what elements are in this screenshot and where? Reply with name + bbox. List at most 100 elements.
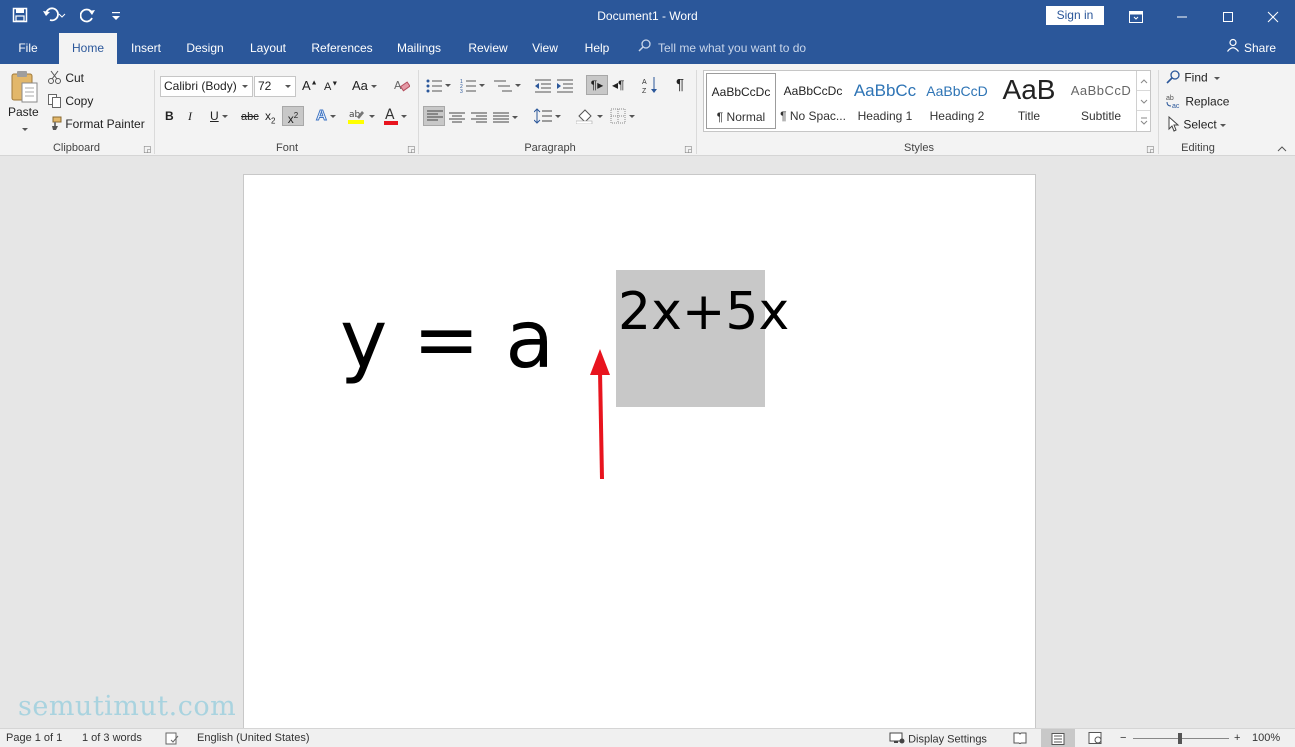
find-button[interactable]: Find [1166, 70, 1220, 87]
copy-button[interactable]: Copy [47, 93, 93, 111]
zoom-in-icon[interactable]: + [1234, 732, 1240, 744]
cut-button[interactable]: Cut [47, 70, 84, 88]
format-painter-button[interactable]: Format Painter [47, 116, 145, 134]
superscript-icon[interactable]: x2 [282, 106, 304, 126]
multilevel-list-icon[interactable] [494, 78, 521, 93]
svg-text:ab: ab [1166, 95, 1174, 102]
more-styles-icon[interactable] [1137, 111, 1150, 131]
tab-view[interactable]: View [526, 33, 564, 64]
style-title[interactable]: AaB Title [994, 73, 1064, 129]
divider [1158, 70, 1159, 154]
underline-icon[interactable]: U [210, 109, 228, 123]
copy-icon [47, 93, 62, 111]
zoom-out-icon[interactable]: − [1120, 732, 1126, 744]
font-size-select[interactable]: 72 [254, 76, 296, 97]
numbering-icon[interactable]: 123 [460, 78, 485, 93]
show-formatting-marks-icon[interactable]: ¶ [676, 76, 684, 93]
display-settings-button[interactable]: Display Settings [889, 732, 987, 747]
italic-icon[interactable]: I [188, 109, 192, 124]
tell-me-search[interactable]: Tell me what you want to do [638, 33, 806, 64]
svg-text:A: A [385, 107, 395, 123]
tab-layout[interactable]: Layout [242, 33, 294, 64]
print-layout-icon[interactable] [1041, 729, 1075, 747]
justify-icon[interactable] [493, 110, 518, 124]
find-label: Find [1184, 70, 1208, 85]
close-icon[interactable] [1250, 0, 1295, 33]
shading-icon[interactable] [576, 108, 603, 124]
shrink-font-button[interactable]: A▼ [324, 80, 338, 93]
style-subtitle[interactable]: AaBbCcD Subtitle [1066, 73, 1136, 129]
style-normal[interactable]: AaBbCcDc ¶ Normal [706, 73, 776, 129]
ltr-text-direction-icon[interactable]: ¶▸ [586, 75, 608, 95]
share-button[interactable]: Share [1226, 33, 1276, 64]
highlight-color-icon[interactable]: ab [348, 108, 375, 124]
styles-dialog-launcher-icon[interactable]: ◲ [1146, 144, 1155, 155]
scroll-down-icon[interactable] [1137, 91, 1150, 111]
zoom-slider-handle[interactable] [1178, 733, 1182, 744]
bold-icon[interactable]: B [165, 109, 174, 123]
select-label: Select [1183, 117, 1217, 132]
grow-font-button[interactable]: A▲ [302, 78, 318, 93]
align-left-icon[interactable] [423, 106, 445, 126]
web-layout-icon[interactable] [1088, 732, 1102, 747]
minimize-icon[interactable] [1159, 0, 1205, 33]
tab-review[interactable]: Review [462, 33, 514, 64]
word-count[interactable]: 1 of 3 words [82, 732, 142, 744]
paste-label: Paste [8, 105, 39, 119]
tab-help[interactable]: Help [577, 33, 617, 64]
font-dialog-launcher-icon[interactable]: ◲ [407, 144, 416, 155]
ribbon-tabs: File Home Insert Design Layout Reference… [0, 33, 1295, 64]
tab-design[interactable]: Design [180, 33, 230, 64]
zoom-level[interactable]: 100% [1252, 732, 1280, 744]
strikethrough-icon[interactable]: abc [241, 111, 259, 123]
collapse-ribbon-icon[interactable] [1277, 142, 1287, 156]
tab-insert[interactable]: Insert [124, 33, 168, 64]
read-mode-icon[interactable] [1013, 732, 1027, 747]
font-color-icon[interactable]: A [384, 107, 407, 125]
font-name-select[interactable]: Calibri (Body) [160, 76, 253, 97]
svg-text:A: A [394, 79, 402, 92]
style-no-spacing[interactable]: AaBbCcDc ¶ No Spac... [778, 73, 848, 129]
replace-button[interactable]: ab ac Replace [1166, 93, 1229, 112]
paragraph-dialog-launcher-icon[interactable]: ◲ [684, 144, 693, 155]
selected-superscript-text[interactable]: 2x+5x [616, 270, 789, 407]
align-right-icon[interactable] [471, 110, 487, 124]
language-indicator[interactable]: English (United States) [197, 732, 310, 744]
increase-indent-icon[interactable] [557, 78, 573, 93]
change-case-button[interactable]: Aa [352, 78, 377, 93]
ribbon-display-options-icon[interactable] [1113, 0, 1159, 33]
red-arrow-annotation [590, 349, 610, 480]
tab-mailings[interactable]: Mailings [389, 33, 449, 64]
select-button[interactable]: Select [1166, 115, 1226, 135]
sign-in-button[interactable]: Sign in [1046, 6, 1104, 25]
style-heading-1[interactable]: AaBbCc Heading 1 [850, 73, 920, 129]
sort-icon[interactable]: AZ [642, 76, 658, 94]
maximize-icon[interactable] [1205, 0, 1251, 33]
clear-formatting-button[interactable]: A [394, 77, 411, 96]
borders-icon[interactable] [610, 108, 635, 124]
subscript-icon[interactable]: x2 [265, 109, 275, 125]
display-settings-label: Display Settings [908, 733, 987, 746]
decrease-indent-icon[interactable] [535, 78, 551, 93]
tab-references[interactable]: References [307, 33, 377, 64]
replace-icon: ab ac [1166, 93, 1182, 112]
style-label: Heading 1 [857, 109, 913, 123]
scroll-up-icon[interactable] [1137, 71, 1150, 91]
rtl-text-direction-icon[interactable]: ◂¶ [612, 78, 624, 92]
divider [696, 70, 697, 154]
style-heading-2[interactable]: AaBbCcD Heading 2 [922, 73, 992, 129]
clipboard-dialog-launcher-icon[interactable]: ◲ [143, 144, 152, 155]
tab-home[interactable]: Home [59, 33, 117, 64]
align-center-icon[interactable] [449, 110, 465, 124]
share-label: Share [1244, 41, 1277, 55]
document-page[interactable]: y = a 2x+5x [243, 174, 1036, 734]
text-effects-icon[interactable]: A [316, 107, 336, 125]
svg-text:A: A [642, 79, 647, 86]
bullets-icon[interactable] [426, 78, 451, 93]
tab-file[interactable]: File [8, 33, 48, 64]
paste-button[interactable] [8, 70, 40, 107]
page-count[interactable]: Page 1 of 1 [6, 732, 62, 744]
proofing-icon[interactable] [165, 732, 179, 747]
line-spacing-icon[interactable] [534, 108, 561, 124]
chevron-down-icon[interactable] [19, 122, 28, 136]
